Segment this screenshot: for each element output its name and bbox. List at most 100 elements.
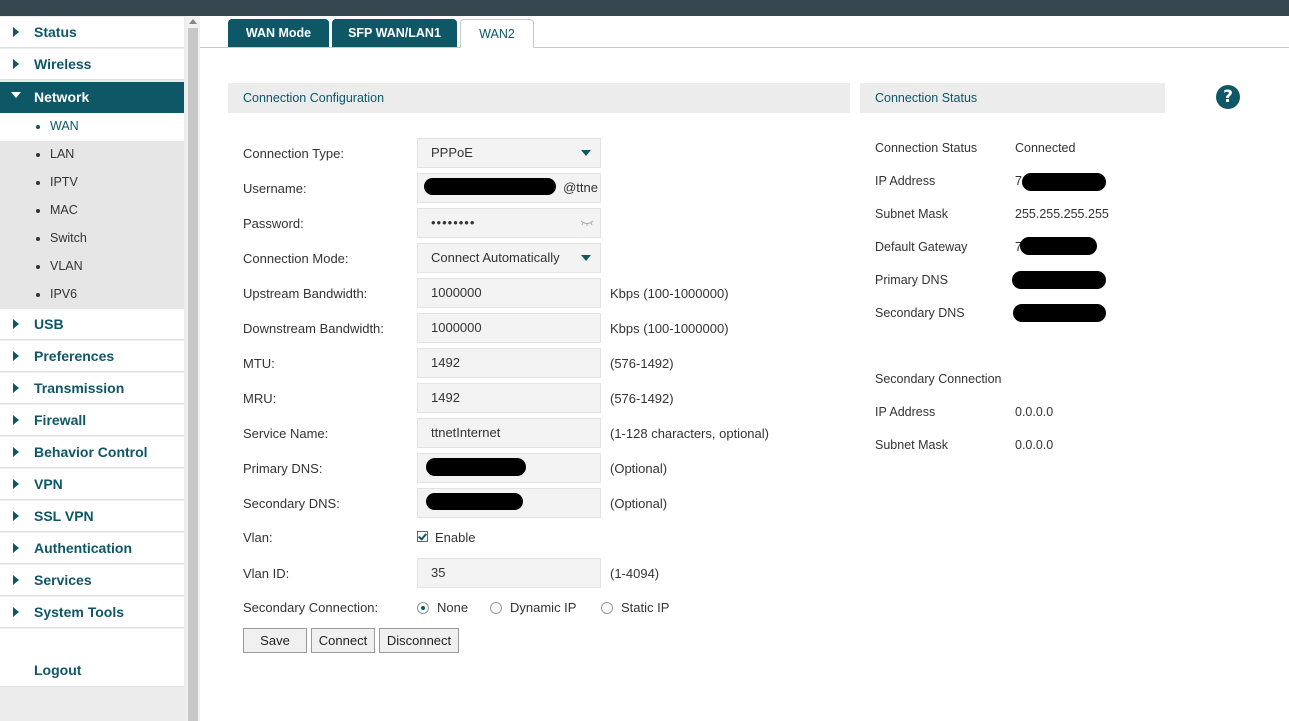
downstream-label: Downstream Bandwidth:	[243, 321, 384, 336]
vlan-enable-label: Enable	[435, 530, 476, 545]
gateway-label: Default Gateway	[875, 240, 968, 254]
scrollbar-thumb[interactable]	[188, 28, 198, 721]
secondary-connection-label: Secondary Connection:	[243, 600, 379, 615]
tabs-divider	[200, 47, 1289, 48]
sidebar: Status Wireless Network WAN LAN IPTV MAC…	[0, 16, 186, 721]
bullet-icon	[36, 181, 40, 185]
connect-button[interactable]: Connect	[311, 628, 375, 653]
radio-dynamic-ip[interactable]	[490, 602, 502, 614]
mtu-input[interactable]: 1492	[417, 348, 601, 378]
logout-label: Logout	[34, 662, 82, 678]
bullet-icon	[36, 265, 40, 269]
sidebar-item-label: SSL VPN	[34, 508, 94, 524]
sidebar-item-usb[interactable]: USB	[0, 309, 184, 340]
sidebar-sub-label: IPV6	[50, 287, 78, 301]
password-label: Password:	[243, 216, 304, 231]
upstream-hint: Kbps (100-1000000)	[610, 286, 729, 301]
vlan-id-label: Vlan ID:	[243, 566, 290, 581]
sidebar-item-system-tools[interactable]: System Tools	[0, 597, 184, 628]
subnet-mask-value: 255.255.255.255	[1015, 207, 1109, 221]
sidebar-sub-iptv[interactable]: IPTV	[0, 169, 184, 197]
sidebar-item-ssl-vpn[interactable]: SSL VPN	[0, 501, 184, 532]
logout-link[interactable]: Logout	[0, 654, 184, 687]
vlan-id-hint: (1-4094)	[610, 566, 660, 581]
sidebar-item-network[interactable]: Network	[0, 82, 184, 113]
status-panel-title: Connection Status	[860, 83, 1165, 113]
disconnect-button[interactable]: Disconnect	[379, 628, 459, 653]
sidebar-scrollbar[interactable]	[186, 16, 200, 721]
redacted-block	[1020, 237, 1097, 255]
redacted-block	[1012, 271, 1106, 289]
tab-wan-mode[interactable]: WAN Mode	[228, 19, 329, 47]
ip-address-label: IP Address	[875, 174, 936, 188]
top-bar	[0, 0, 1289, 16]
connection-type-value: PPPoE	[431, 145, 473, 160]
secondary-dns-label: Secondary DNS:	[243, 496, 340, 511]
service-name-input[interactable]: ttnetInternet	[417, 418, 601, 448]
redacted-block	[426, 458, 526, 476]
sidebar-item-status[interactable]: Status	[0, 17, 184, 48]
secondary-mask-label: Subnet Mask	[875, 438, 948, 452]
primary-dns-status-label: Primary DNS	[875, 273, 948, 287]
mtu-hint: (576-1492)	[610, 356, 674, 371]
eye-closed-icon[interactable]	[580, 218, 594, 228]
connection-type-select[interactable]: PPPoE	[417, 138, 601, 168]
sidebar-sub-vlan[interactable]: VLAN	[0, 253, 184, 281]
upstream-label: Upstream Bandwidth:	[243, 286, 368, 301]
downstream-input[interactable]: 1000000	[417, 313, 601, 343]
mru-label: MRU:	[243, 391, 277, 406]
secondary-ip-value: 0.0.0.0	[1015, 405, 1054, 419]
tab-wan2[interactable]: WAN2	[460, 19, 534, 48]
sidebar-sub-label: WAN	[50, 119, 79, 133]
vlan-id-input[interactable]: 35	[417, 558, 601, 588]
scroll-up-icon[interactable]	[189, 19, 197, 24]
mtu-label: MTU:	[243, 356, 275, 371]
sidebar-item-transmission[interactable]: Transmission	[0, 373, 184, 404]
chevron-right-icon	[13, 607, 19, 617]
radio-static-ip[interactable]	[601, 602, 613, 614]
chevron-right-icon	[13, 479, 19, 489]
sidebar-item-label: Authentication	[34, 540, 132, 556]
service-name-hint: (1-128 characters, optional)	[610, 426, 769, 441]
sidebar-item-services[interactable]: Services	[0, 565, 184, 596]
vlan-enable-checkbox[interactable]	[417, 531, 428, 542]
sidebar-sub-lan[interactable]: LAN	[0, 141, 184, 169]
sidebar-item-preferences[interactable]: Preferences	[0, 341, 184, 372]
chevron-down-icon	[11, 92, 21, 98]
sidebar-item-vpn[interactable]: VPN	[0, 469, 184, 500]
bullet-icon	[36, 293, 40, 297]
sidebar-item-authentication[interactable]: Authentication	[0, 533, 184, 564]
bullet-icon	[36, 125, 40, 129]
sidebar-item-firewall[interactable]: Firewall	[0, 405, 184, 436]
secondary-ip-label: IP Address	[875, 405, 936, 419]
radio-none-label: None	[437, 600, 469, 615]
redacted-block	[426, 493, 523, 510]
sidebar-sub-wan[interactable]: WAN	[0, 113, 184, 141]
chevron-right-icon	[13, 415, 19, 425]
bullet-icon	[36, 153, 40, 157]
sidebar-sub-label: VLAN	[50, 259, 83, 273]
sidebar-item-label: Transmission	[34, 380, 125, 396]
subnet-mask-label: Subnet Mask	[875, 207, 948, 221]
downstream-hint: Kbps (100-1000000)	[610, 321, 729, 336]
radio-none[interactable]	[417, 602, 429, 614]
primary-dns-label: Primary DNS:	[243, 461, 323, 476]
upstream-input[interactable]: 1000000	[417, 278, 601, 308]
password-input[interactable]: ••••••••	[417, 208, 601, 238]
connection-mode-select[interactable]: Connect Automatically	[417, 243, 601, 273]
secondary-connection-title: Secondary Connection	[875, 372, 1002, 386]
sidebar-item-behavior-control[interactable]: Behavior Control	[0, 437, 184, 468]
sidebar-item-wireless[interactable]: Wireless	[0, 49, 184, 80]
mru-input[interactable]: 1492	[417, 383, 601, 413]
sidebar-item-label: Wireless	[34, 56, 92, 72]
save-button[interactable]: Save	[243, 628, 307, 653]
connection-mode-value: Connect Automatically	[431, 250, 560, 265]
sidebar-sub-switch[interactable]: Switch	[0, 225, 184, 253]
tab-sfp-wan-lan1[interactable]: SFP WAN/LAN1	[332, 19, 457, 47]
secondary-dns-status-label: Secondary DNS	[875, 306, 965, 320]
service-name-label: Service Name:	[243, 426, 329, 441]
sidebar-sub-ipv6[interactable]: IPV6	[0, 281, 184, 309]
sidebar-sub-mac[interactable]: MAC	[0, 197, 184, 225]
radio-dynamic-ip-label: Dynamic IP	[510, 600, 577, 615]
question-icon[interactable]: ?	[1216, 85, 1240, 109]
